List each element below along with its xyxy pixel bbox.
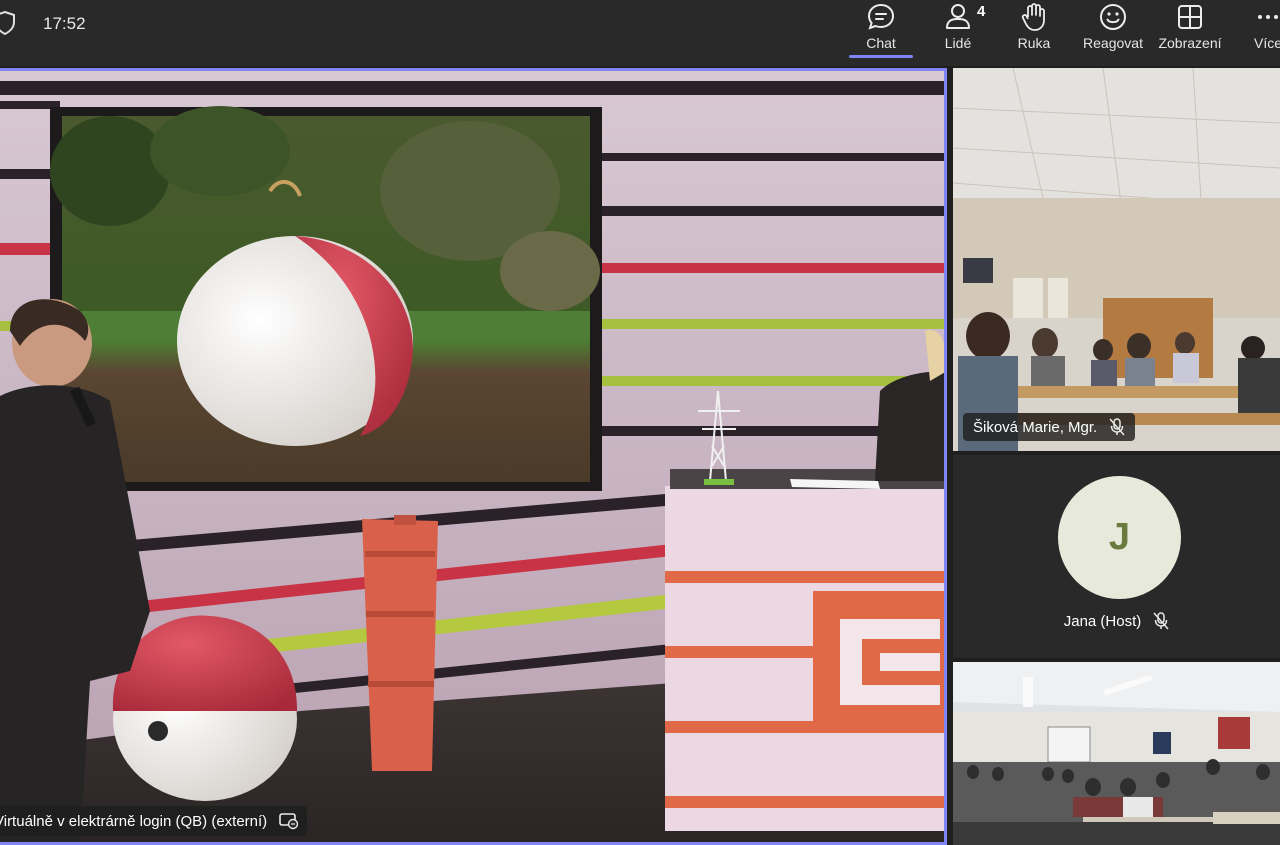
participant-tile-sikova[interactable]: Šiková Marie, Mgr.: [953, 68, 1280, 451]
main-video-stage[interactable]: Virtuálně v elektrárně login (QB) (exter…: [0, 68, 947, 845]
more-icon: [1258, 15, 1278, 19]
meeting-timer: 17:52: [43, 14, 86, 33]
chat-label: Chat: [866, 35, 896, 51]
participant-tile-classroom[interactable]: [953, 662, 1280, 845]
presenter-name: Virtuálně v elektrárně login (QB) (exter…: [0, 812, 268, 830]
view-label: Zobrazení: [1158, 35, 1222, 51]
mic-muted-icon: [1153, 612, 1169, 630]
grid-view-icon: [1178, 5, 1202, 29]
smiley-icon: [1100, 4, 1126, 30]
hand-label: Ruka: [1017, 35, 1051, 51]
people-label: Lidé: [944, 35, 972, 51]
hand-icon: [1021, 3, 1045, 31]
meeting-toolbar: 17:52 Chat 4 Lidé Ruka Reagovat Zobrazen…: [0, 0, 1280, 66]
more-button[interactable]: Více: [1248, 0, 1280, 62]
shield-icon: [0, 11, 15, 35]
studio-video-feed: [0, 71, 944, 842]
avatar: J: [1058, 476, 1181, 599]
participant-name: Šiková Marie, Mgr.: [973, 418, 1098, 436]
react-button[interactable]: Reagovat: [1078, 0, 1148, 62]
presenter-name-tag: Virtuálně v elektrárně login (QB) (exter…: [0, 806, 308, 836]
pin-video-icon[interactable]: [279, 812, 299, 830]
chat-button[interactable]: Chat: [849, 0, 913, 62]
participant-name-tag: Jana (Host): [953, 612, 1280, 630]
mic-muted-icon: [1109, 418, 1125, 436]
classroom-video-feed: [953, 68, 1280, 451]
person-icon: [946, 4, 970, 29]
participant-name-tag: Šiková Marie, Mgr.: [963, 413, 1136, 441]
chat-icon: [867, 3, 895, 30]
active-tab-indicator: [849, 55, 913, 58]
people-button[interactable]: 4 Lidé: [933, 0, 986, 62]
more-label: Více: [1253, 35, 1280, 51]
participant-tile-jana[interactable]: J Jana (Host): [953, 455, 1280, 658]
view-button[interactable]: Zobrazení: [1152, 0, 1228, 62]
react-label: Reagovat: [1083, 35, 1143, 51]
participant-name: Jana (Host): [1063, 612, 1142, 630]
raise-hand-button[interactable]: Ruka: [1011, 0, 1057, 62]
classroom-video-feed: [953, 662, 1280, 845]
people-count-badge: 4: [977, 3, 986, 20]
